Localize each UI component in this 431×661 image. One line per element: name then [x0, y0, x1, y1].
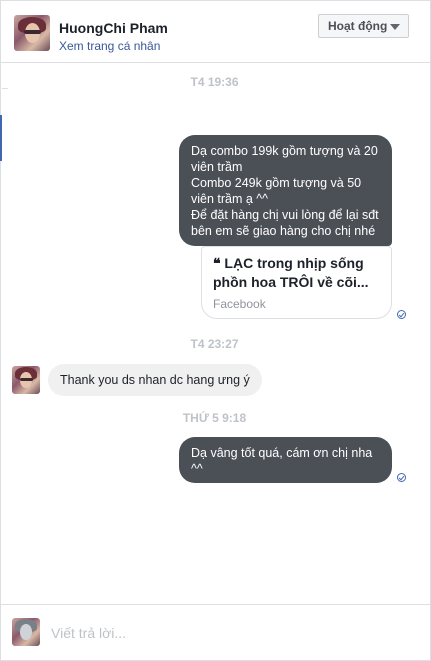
message-line: viên trầm ạ ^^ — [191, 192, 269, 206]
timestamp: T4 19:36 — [190, 75, 239, 89]
chat-header: HuongChi Pham Xem trang cá nhân Hoạt độn… — [1, 1, 430, 63]
message-line: Để đặt hàng chị vui lòng để lại sđt — [191, 208, 379, 222]
contact-avatar[interactable] — [14, 15, 50, 51]
left-accent-bar — [0, 115, 2, 161]
link-title-line: ❝ LẠC trong nhịp sống — [213, 255, 364, 271]
shared-link-card[interactable]: ❝ LẠC trong nhịp sống phồn hoa TRÔI về c… — [201, 246, 392, 319]
contact-name[interactable]: HuongChi Pham — [59, 20, 168, 36]
status-dropdown-button[interactable]: Hoạt động — [318, 14, 409, 38]
link-title-line: phồn hoa TRÔI về cõi... — [213, 274, 369, 290]
link-source: Facebook — [213, 297, 266, 311]
message-line: Dạ combo 199k gồm tượng và 20 — [191, 144, 378, 158]
chat-window — [0, 0, 431, 661]
outgoing-message[interactable]: Dạ vâng tốt quá, cám ơn chị nha ^^ — [179, 437, 392, 483]
message-line: ^^ — [191, 462, 203, 476]
message-line: bên em sẽ giao hàng cho chị nhé — [191, 224, 376, 238]
reply-input[interactable] — [49, 618, 413, 648]
message-line: Combo 249k gồm tượng và 50 — [191, 176, 362, 190]
seen-check-icon — [397, 473, 406, 482]
message-line: viên trầm — [191, 160, 243, 174]
status-dropdown-label: Hoạt động — [328, 19, 388, 33]
timestamp: T4 23:27 — [190, 337, 239, 351]
timestamp: THỨ 5 9:18 — [182, 411, 247, 425]
caret-down-icon — [390, 24, 400, 30]
contact-avatar-small[interactable] — [12, 366, 40, 394]
seen-check-icon — [397, 310, 406, 319]
outgoing-message[interactable]: Dạ combo 199k gồm tượng và 20 viên trầm … — [179, 135, 392, 246]
view-profile-link[interactable]: Xem trang cá nhân — [59, 39, 160, 53]
my-avatar — [12, 618, 40, 646]
incoming-message[interactable]: Thank you ds nhan dc hang ưng ý — [48, 364, 262, 396]
message-line: Dạ vâng tốt quá, cám ơn chị nha — [191, 446, 373, 460]
reply-composer — [1, 604, 430, 660]
